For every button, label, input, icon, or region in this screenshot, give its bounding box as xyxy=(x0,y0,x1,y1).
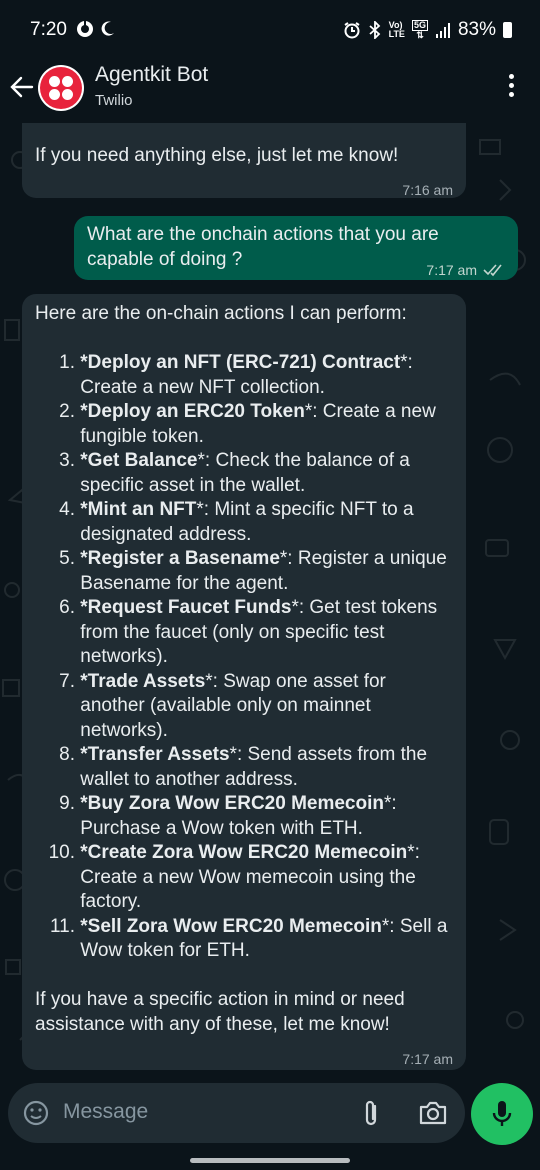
message-outro: If you have a specific action in mind or… xyxy=(35,989,405,1035)
contact-name[interactable]: Agentkit Bot xyxy=(95,63,208,87)
data-saver-icon xyxy=(77,20,93,37)
status-time: 7:20 xyxy=(30,19,67,40)
bluetooth-icon xyxy=(369,21,380,39)
message-input[interactable]: Message xyxy=(63,1100,148,1124)
camera-icon[interactable] xyxy=(418,1100,448,1126)
microphone-icon xyxy=(492,1101,512,1126)
avatar[interactable] xyxy=(38,65,84,111)
alarm-icon xyxy=(344,22,360,39)
volte-indicator: Vo) LTE xyxy=(388,20,405,39)
list-item: 5. *Register a Basename*: Register a uni… xyxy=(59,548,447,594)
twilio-logo-icon xyxy=(40,67,82,109)
list-item: 1. *Deploy an NFT (ERC-721) Contract*: C… xyxy=(59,352,413,398)
signal-icon xyxy=(435,23,450,38)
list-item: 11. *Sell Zora Wow ERC20 Memecoin*: Sell… xyxy=(49,915,448,962)
message-text: If you need anything else, just let me k… xyxy=(35,145,399,166)
status-bar: 7:20 Vo) LTE 5G ⇅ 83% xyxy=(0,0,540,60)
network-5g-indicator: 5G ⇅ xyxy=(411,20,428,40)
moon-icon xyxy=(101,21,114,36)
sticker-icon[interactable] xyxy=(23,1100,49,1126)
list-item: 10. *Create Zora Wow ERC20 Memecoin*: Cr… xyxy=(48,842,420,912)
incoming-message[interactable]: Here are the on-chain actions I can perf… xyxy=(22,294,466,1070)
message-time: 7:17 am xyxy=(426,262,477,278)
list-item: 6. *Request Faucet Funds*: Get test toke… xyxy=(59,597,438,667)
battery-icon xyxy=(503,22,512,38)
list-item: 9. *Buy Zora Wow ERC20 Memecoin*: Purcha… xyxy=(59,793,397,839)
outgoing-message[interactable]: What are the onchain actions that you ar… xyxy=(74,216,518,280)
more-options-icon[interactable] xyxy=(504,74,518,102)
list-item: 8. *Transfer Assets*: Send assets from t… xyxy=(59,744,428,790)
voice-message-button[interactable] xyxy=(471,1083,533,1145)
home-indicator[interactable] xyxy=(190,1158,350,1163)
message-intro: Here are the on-chain actions I can perf… xyxy=(35,303,407,324)
list-item: 7. *Trade Assets*: Swap one asset for an… xyxy=(59,670,386,741)
back-arrow-icon[interactable] xyxy=(8,73,36,101)
actions-list: 1. *Deploy an NFT (ERC-721) Contract*: C… xyxy=(35,351,455,964)
message-time: 7:17 am xyxy=(402,1051,453,1067)
message-composer: Message xyxy=(8,1083,465,1143)
list-item: 3. *Get Balance*: Check the balance of a… xyxy=(59,450,410,496)
read-receipt-icon xyxy=(483,264,502,277)
incoming-message[interactable]: If you need anything else, just let me k… xyxy=(22,123,466,198)
attach-icon[interactable] xyxy=(359,1098,383,1128)
battery-percent: 83% xyxy=(457,19,496,40)
chat-header: Agentkit Bot Twilio xyxy=(0,60,540,122)
list-item: 4. *Mint an NFT*: Mint a specific NFT to… xyxy=(59,499,414,545)
message-time: 7:16 am xyxy=(402,182,453,198)
list-item: 2. *Deploy an ERC20 Token*: Create a new… xyxy=(59,401,436,447)
contact-subtitle[interactable]: Twilio xyxy=(95,92,133,109)
